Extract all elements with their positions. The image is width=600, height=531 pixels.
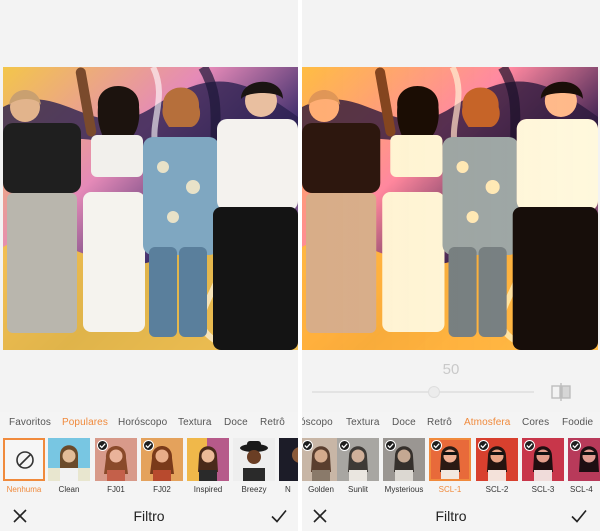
bottom-toolbar: Filtro (302, 504, 600, 531)
checkmark-icon[interactable] (270, 507, 288, 525)
filter-thumb-fj01[interactable]: FJ01 (95, 438, 137, 496)
tab-horoscopo[interactable]: óscopo (302, 417, 333, 428)
selected-check-icon (339, 440, 350, 451)
edited-photo (3, 67, 298, 350)
filter-label: SCL-4 (570, 485, 593, 494)
filter-preview (279, 438, 298, 481)
filter-thumbnail-strip: Golden Sunlit Mysterious SCL-1 SCL-2 SCL… (302, 438, 600, 498)
filter-thumb-scl-4[interactable]: SCL-4 (568, 438, 600, 496)
no-filter-icon (16, 451, 34, 469)
filter-thumbnail-strip: Nenhuma Clean FJ01 FJ02 Inspired Breezy … (0, 438, 298, 498)
tab-retro[interactable]: Retrô (427, 417, 452, 428)
right-editor-panel: 50 óscopo Textura Doce Retrô Atmosfera C… (302, 0, 600, 531)
filter-label: N (285, 485, 291, 494)
tab-atmosfera[interactable]: Atmosfera (464, 417, 510, 428)
tab-textura[interactable]: Textura (178, 417, 212, 428)
selected-check-icon (385, 440, 396, 451)
selected-check-icon (97, 440, 108, 451)
group-photo-image (3, 67, 298, 350)
filter-thumb-inspired[interactable]: Inspired (187, 438, 229, 496)
tab-favoritos[interactable]: Favoritos (9, 417, 51, 428)
filter-category-tabs: Favoritos Populares Horóscopo Textura Do… (0, 417, 298, 435)
filter-thumb-partial[interactable]: N (279, 438, 298, 496)
filter-thumb-breezy[interactable]: Breezy (233, 438, 275, 496)
filter-label: Clean (58, 485, 80, 494)
intensity-slider-thumb[interactable] (428, 386, 440, 398)
selected-check-icon (570, 440, 581, 451)
filter-overlay (302, 67, 598, 350)
portrait-preview-image (279, 438, 298, 481)
screen-title: Filtro (133, 508, 165, 524)
photo-canvas (0, 0, 298, 412)
tab-foodie[interactable]: Foodie (562, 417, 593, 428)
intensity-slider-track[interactable] (312, 391, 534, 393)
selected-check-icon (431, 440, 442, 451)
selected-check-icon (143, 440, 154, 451)
filter-thumb-sunlit[interactable]: Sunlit (337, 438, 379, 496)
portrait-preview-image (187, 438, 229, 481)
selected-check-icon (524, 440, 535, 451)
filter-thumb-mysterious[interactable]: Mysterious (383, 438, 425, 496)
filter-preview (233, 438, 275, 481)
left-editor-panel: Favoritos Populares Horóscopo Textura Do… (0, 0, 298, 531)
filter-label: SCL-3 (531, 485, 555, 494)
tab-doce[interactable]: Doce (224, 417, 248, 428)
tab-cores[interactable]: Cores (522, 417, 549, 428)
filter-label: SCL-1 (438, 485, 462, 494)
tab-populares[interactable]: Populares (62, 417, 108, 428)
filter-thumb-scl-2[interactable]: SCL-2 (476, 438, 518, 496)
photo-canvas: 50 (302, 0, 600, 412)
selected-check-icon (478, 440, 489, 451)
tab-horoscopo[interactable]: Horóscopo (118, 417, 167, 428)
filter-preview (48, 438, 90, 481)
checkmark-icon[interactable] (570, 507, 588, 525)
compare-icon[interactable] (550, 382, 572, 402)
filter-thumb-clean[interactable]: Clean (48, 438, 90, 496)
bottom-toolbar: Filtro (0, 504, 298, 531)
filter-thumb-fj02[interactable]: FJ02 (141, 438, 183, 496)
portrait-preview-image (233, 438, 275, 481)
tab-doce[interactable]: Doce (392, 417, 416, 428)
intensity-value: 50 (442, 361, 460, 378)
edited-photo-filtered (302, 67, 598, 350)
filter-thumb-scl-1[interactable]: SCL-1 (429, 438, 471, 496)
screen-title: Filtro (435, 508, 467, 524)
tab-retro[interactable]: Retrô (260, 417, 285, 428)
filter-category-tabs: óscopo Textura Doce Retrô Atmosfera Core… (302, 417, 600, 435)
filter-label: Breezy (241, 485, 267, 494)
selected-check-icon (302, 440, 313, 451)
filter-thumb-scl-3[interactable]: SCL-3 (522, 438, 564, 496)
tab-textura[interactable]: Textura (346, 417, 380, 428)
portrait-preview-image (48, 438, 90, 481)
filter-thumb-nenhuma[interactable]: Nenhuma (3, 438, 45, 496)
no-filter-tile (3, 438, 45, 481)
filter-preview (187, 438, 229, 481)
